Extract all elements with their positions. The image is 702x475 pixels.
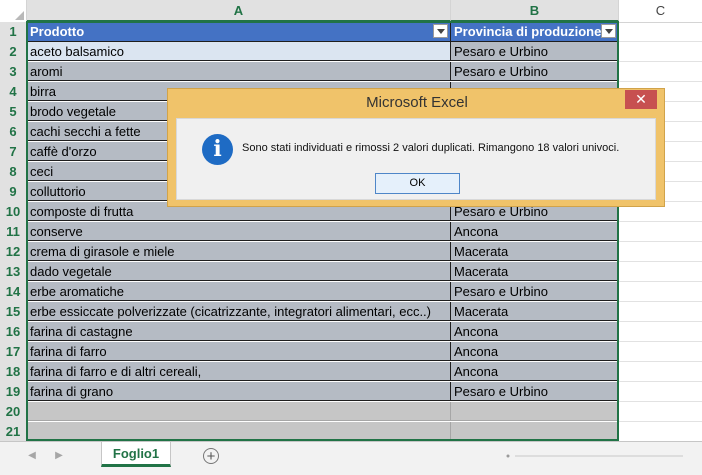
table-cell-prodotto[interactable]: aceto balsamico xyxy=(27,42,451,61)
table-cell-prodotto[interactable]: conserve xyxy=(27,222,451,241)
column-header-b[interactable]: B xyxy=(451,0,619,22)
table-cell-prodotto[interactable]: erbe aromatiche xyxy=(27,282,451,301)
cell-c[interactable] xyxy=(619,422,702,442)
cell-c[interactable] xyxy=(619,262,702,282)
cell-c[interactable] xyxy=(619,402,702,422)
cell-c[interactable] xyxy=(619,282,702,302)
row-header-20[interactable]: 20 xyxy=(0,402,27,423)
message-dialog: Microsoft Excel ✕ i Sono stati individua… xyxy=(167,88,665,207)
dialog-message: Sono stati individuati e rimossi 2 valor… xyxy=(242,142,620,154)
empty-cell[interactable] xyxy=(451,422,618,441)
scroll-right-icon[interactable]: ▶ xyxy=(54,450,64,462)
header-cell-provincia[interactable]: Provincia di produzione xyxy=(451,22,618,42)
row-header[interactable]: 5 xyxy=(0,102,27,123)
cell-c[interactable] xyxy=(619,22,702,42)
row-header[interactable]: 12 xyxy=(0,242,27,263)
table-cell-prodotto[interactable]: crema di girasole e miele xyxy=(27,242,451,261)
table-cell-provincia[interactable]: Pesaro e Urbino xyxy=(451,382,618,401)
table-cell-provincia[interactable]: Macerata xyxy=(451,302,618,321)
row-header[interactable]: 3 xyxy=(0,62,27,83)
table-cell-prodotto[interactable]: farina di grano xyxy=(27,382,451,401)
select-all-corner[interactable] xyxy=(0,0,27,22)
filter-dropdown-icon[interactable] xyxy=(601,24,616,38)
table-cell-provincia[interactable]: Pesaro e Urbino xyxy=(451,42,618,61)
cell-c[interactable] xyxy=(619,302,702,322)
empty-cell[interactable] xyxy=(27,422,451,441)
cell-c[interactable] xyxy=(619,42,702,62)
cell-c[interactable] xyxy=(619,382,702,402)
row-header[interactable]: 19 xyxy=(0,382,27,403)
cell-c[interactable] xyxy=(619,242,702,262)
filter-dropdown-icon[interactable] xyxy=(433,24,448,38)
row-header[interactable]: 6 xyxy=(0,122,27,143)
table-cell-prodotto[interactable]: farina di farro e di altri cereali, xyxy=(27,362,451,381)
table-cell-provincia[interactable]: Macerata xyxy=(451,242,618,261)
cell-c[interactable] xyxy=(619,62,702,82)
horizontal-scrollbar[interactable] xyxy=(505,452,687,460)
cell-c[interactable] xyxy=(619,322,702,342)
row-header[interactable]: 4 xyxy=(0,82,27,103)
row-header[interactable]: 13 xyxy=(0,262,27,283)
row-header-21[interactable]: 21 xyxy=(0,422,27,443)
table-cell-prodotto[interactable]: erbe essiccate polverizzate (cicatrizzan… xyxy=(27,302,451,321)
table-cell-provincia[interactable]: Pesaro e Urbino xyxy=(451,282,618,301)
header-label-prodotto: Prodotto xyxy=(30,24,85,39)
close-icon[interactable]: ✕ xyxy=(625,90,657,109)
ok-button[interactable]: OK xyxy=(375,173,460,194)
dialog-title: Microsoft Excel xyxy=(366,94,468,111)
row-header[interactable]: 9 xyxy=(0,182,27,203)
table-cell-prodotto[interactable]: farina di farro xyxy=(27,342,451,361)
row-header[interactable]: 7 xyxy=(0,142,27,163)
table-cell-provincia[interactable]: Ancona xyxy=(451,342,618,361)
table-cell-provincia[interactable]: Pesaro e Urbino xyxy=(451,62,618,81)
table-cell-prodotto[interactable]: aromi xyxy=(27,62,451,81)
column-header-a[interactable]: A xyxy=(27,0,451,22)
table-cell-provincia[interactable]: Ancona xyxy=(451,322,618,341)
header-cell-prodotto[interactable]: Prodotto xyxy=(27,22,451,42)
row-header[interactable]: 16 xyxy=(0,322,27,343)
sheet-tab-foglio1[interactable]: Foglio1 xyxy=(101,442,171,467)
row-header[interactable]: 11 xyxy=(0,222,27,243)
row-header-1[interactable]: 1 xyxy=(0,22,27,43)
row-header[interactable]: 17 xyxy=(0,342,27,363)
row-header[interactable]: 2 xyxy=(0,42,27,63)
empty-cell[interactable] xyxy=(451,402,618,421)
scroll-left-icon[interactable]: ◀ xyxy=(27,450,37,462)
cell-c[interactable] xyxy=(619,362,702,382)
row-header[interactable]: 10 xyxy=(0,202,27,223)
cell-c[interactable] xyxy=(619,342,702,362)
info-icon: i xyxy=(202,134,233,165)
empty-cell[interactable] xyxy=(27,402,451,421)
row-header[interactable]: 15 xyxy=(0,302,27,323)
table-cell-provincia[interactable]: Ancona xyxy=(451,222,618,241)
dialog-body: i Sono stati individuati e rimossi 2 val… xyxy=(176,118,656,200)
row-header[interactable]: 18 xyxy=(0,362,27,383)
cell-c[interactable] xyxy=(619,222,702,242)
header-label-provincia: Provincia di produzione xyxy=(454,24,602,39)
row-header[interactable]: 14 xyxy=(0,282,27,303)
add-sheet-icon[interactable]: + xyxy=(203,448,219,464)
column-header-c[interactable]: C xyxy=(619,0,702,22)
table-cell-provincia[interactable]: Ancona xyxy=(451,362,618,381)
table-cell-prodotto[interactable]: dado vegetale xyxy=(27,262,451,281)
row-header[interactable]: 8 xyxy=(0,162,27,183)
table-cell-prodotto[interactable]: farina di castagne xyxy=(27,322,451,341)
table-cell-provincia[interactable]: Macerata xyxy=(451,262,618,281)
